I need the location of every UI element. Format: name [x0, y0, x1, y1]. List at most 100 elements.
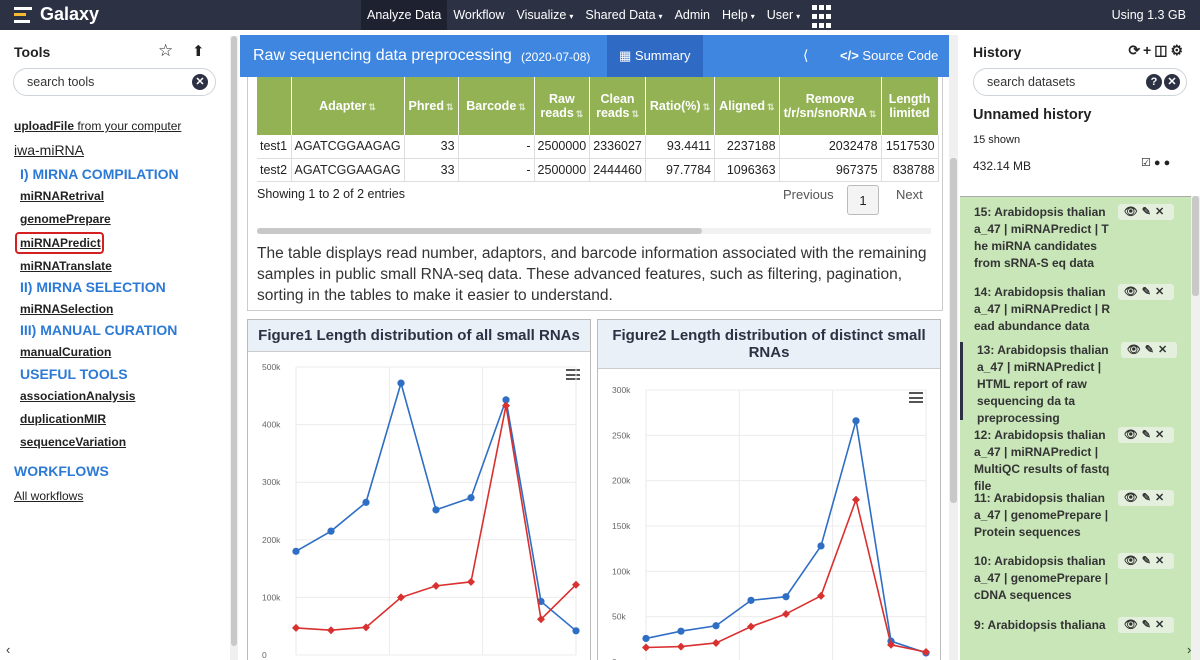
data-point [677, 642, 685, 651]
data-point [712, 638, 720, 647]
col-raw-reads[interactable]: Raw reads ⇅ [534, 77, 591, 135]
center-scrollbar[interactable] [949, 35, 958, 660]
figure1-title: Figure1 Length distribution of all small… [248, 320, 590, 352]
tool-genomeprepare[interactable]: genomePrepare [20, 212, 111, 226]
section-mirna-selection: II) MIRNA SELECTION [20, 279, 166, 295]
nav-workflow[interactable]: Workflow [447, 0, 510, 30]
nav-visualize[interactable]: Visualize ▾ [511, 0, 580, 30]
history-name[interactable]: Unnamed history [973, 107, 1091, 123]
figure2-chart: 300k250k200k150k100k50k0 [612, 385, 930, 660]
col-phred[interactable]: Phred ⇅ [404, 77, 459, 135]
dataset-actions-icon[interactable]: 👁✎✕ [1118, 553, 1174, 569]
tool-mirnatranslate[interactable]: miRNATranslate [20, 259, 112, 273]
previous-button[interactable]: Previous [783, 187, 834, 202]
tool-mirnaretrival[interactable]: miRNARetrival [20, 189, 104, 203]
tool-manualcuration[interactable]: manualCuration [20, 345, 111, 359]
quota-usage[interactable]: Using 1.3 GB [1112, 8, 1186, 22]
col-clean-reads[interactable]: Clean reads ⇅ [589, 77, 646, 135]
tool-sequencevariation[interactable]: sequenceVariation [20, 435, 126, 449]
dataset-actions-icon[interactable]: 👁✎✕ [1118, 427, 1174, 443]
history-tags-icon[interactable]: ☑ ● ● [1141, 156, 1170, 169]
dataset-item[interactable]: 14: Arabidopsis thalian a_47 | miRNAPred… [960, 284, 1191, 336]
tool-mirnapredict[interactable]: miRNAPredict [20, 236, 101, 250]
tool-search-input[interactable]: search tools [13, 68, 216, 96]
y-tick-label: 0 [262, 650, 267, 660]
history-scrollbar[interactable] [1191, 196, 1200, 660]
apps-grid-icon[interactable] [812, 5, 832, 30]
dataset-item[interactable]: 9: Arabidopsis thaliana 👁✎✕ [960, 617, 1191, 657]
dataset-actions-icon[interactable]: 👁✎✕ [1118, 617, 1174, 633]
workflows-heading: WORKFLOWS [14, 463, 109, 479]
nav-user[interactable]: User ▾ [761, 0, 806, 30]
dataset-actions-icon[interactable]: 👁✎✕ [1118, 490, 1174, 506]
figure2-panel: Figure2 Length distribution of distinct … [597, 319, 941, 660]
nav-analyze-data[interactable]: Analyze Data [361, 0, 448, 30]
tools-title: Tools [14, 44, 51, 60]
clear-dataset-search-icon[interactable]: ✕ [1164, 74, 1180, 90]
tool-mirnaselection[interactable]: miRNASelection [20, 302, 113, 316]
report-header: Raw sequencing data preprocessing (2020-… [240, 35, 952, 77]
data-point [292, 623, 300, 632]
dataset-item[interactable]: 12: Arabidopsis thalian a_47 | miRNAPred… [960, 427, 1191, 493]
galaxy-brand[interactable]: Galaxy [14, 4, 99, 25]
page-1-button[interactable]: 1 [847, 185, 879, 215]
series-line [295, 405, 577, 632]
help-icon[interactable]: ? [1146, 74, 1162, 90]
col-ratio[interactable]: Ratio(%) ⇅ [645, 77, 716, 135]
tool-associationanalysis[interactable]: associationAnalysis [20, 389, 135, 403]
col-sample[interactable] [257, 77, 292, 135]
dataset-item[interactable]: 11: Arabidopsis thalian a_47 | genomePre… [960, 490, 1191, 542]
dataset-actions-icon[interactable]: 👁✎✕ [1121, 342, 1177, 358]
clear-search-icon[interactable]: ✕ [192, 74, 208, 90]
table-row: test2 AGATCGGAAGAG 33-2500000 2444460 97.778… [257, 158, 939, 182]
masthead: Galaxy Analyze Data Workflow Visualize ▾ … [0, 0, 1200, 30]
dataset-item[interactable]: 15: Arabidopsis thalian a_47 | miRNAPred… [960, 204, 1191, 272]
dataset-item-selected[interactable]: 13: Arabidopsis thalian a_47 | miRNAPred… [960, 342, 1191, 425]
nav-shared-data[interactable]: Shared Data ▾ [579, 0, 668, 30]
source-code-button[interactable]: </> Source Code [840, 48, 938, 63]
collapse-left-icon[interactable]: ‹ [6, 642, 10, 657]
all-workflows-link[interactable]: All workflows [14, 489, 83, 503]
data-point [572, 627, 580, 635]
data-point [747, 622, 755, 631]
upload-file-link[interactable]: uploadFile from your computer [14, 119, 181, 133]
data-point [852, 417, 860, 425]
data-point [817, 542, 825, 550]
nav-help[interactable]: Help ▾ [716, 0, 761, 30]
y-tick-label: 300k [262, 477, 281, 487]
col-barcode[interactable]: Barcode ⇅ [458, 77, 535, 135]
data-point [327, 626, 335, 635]
col-adapter[interactable]: Adapter ⇅ [291, 77, 405, 135]
dataset-actions-icon[interactable]: 👁✎✕ [1118, 204, 1174, 220]
dataset-actions-icon[interactable]: 👁✎✕ [1118, 284, 1174, 300]
dataset-item[interactable]: 10: Arabidopsis thalian a_47 | genomePre… [960, 553, 1191, 605]
history-panel: History ⟳+◫⚙ search datasets ? ✕ Unnamed… [960, 30, 1200, 660]
upload-icon[interactable]: ⬆ [192, 42, 205, 60]
collapse-right-icon[interactable]: › [1187, 642, 1191, 657]
data-point [642, 643, 650, 652]
summary-tab[interactable]: ▦ Summary [607, 35, 703, 77]
col-aligned[interactable]: Aligned ⇅ [714, 77, 780, 135]
figure1-chart: 500k 400k 300k 200k 100k 0 [262, 362, 580, 660]
data-point [397, 379, 405, 387]
table-description: The table displays read number, adaptors… [257, 245, 927, 304]
tool-panel-scrollbar[interactable] [230, 36, 238, 660]
tool-section-iwa-mirna[interactable]: iwa-miRNA [14, 142, 84, 158]
galaxy-logo-icon [14, 6, 32, 23]
table-horizontal-scrollbar[interactable] [257, 228, 931, 234]
next-button[interactable]: Next [896, 187, 923, 202]
data-point [677, 627, 685, 635]
data-point [642, 634, 650, 643]
share-icon[interactable]: ⟨ [803, 47, 808, 64]
report-title: Raw sequencing data preprocessing [253, 47, 512, 64]
dataset-list: 15: Arabidopsis thalian a_47 | miRNAPred… [960, 196, 1191, 660]
col-length-limited[interactable]: Length limited [881, 77, 939, 135]
data-point [432, 581, 440, 590]
col-remove[interactable]: Remove t/r/sn/snoRNA ⇅ [779, 77, 882, 135]
y-tick-label: 300k [612, 385, 631, 395]
favorites-star-icon[interactable]: ☆ [158, 41, 173, 61]
data-point [467, 494, 475, 502]
history-options-icon[interactable]: ⟳+◫⚙ [1128, 42, 1186, 59]
tool-duplicationmir[interactable]: duplicationMIR [20, 412, 106, 426]
nav-admin[interactable]: Admin [669, 0, 716, 30]
